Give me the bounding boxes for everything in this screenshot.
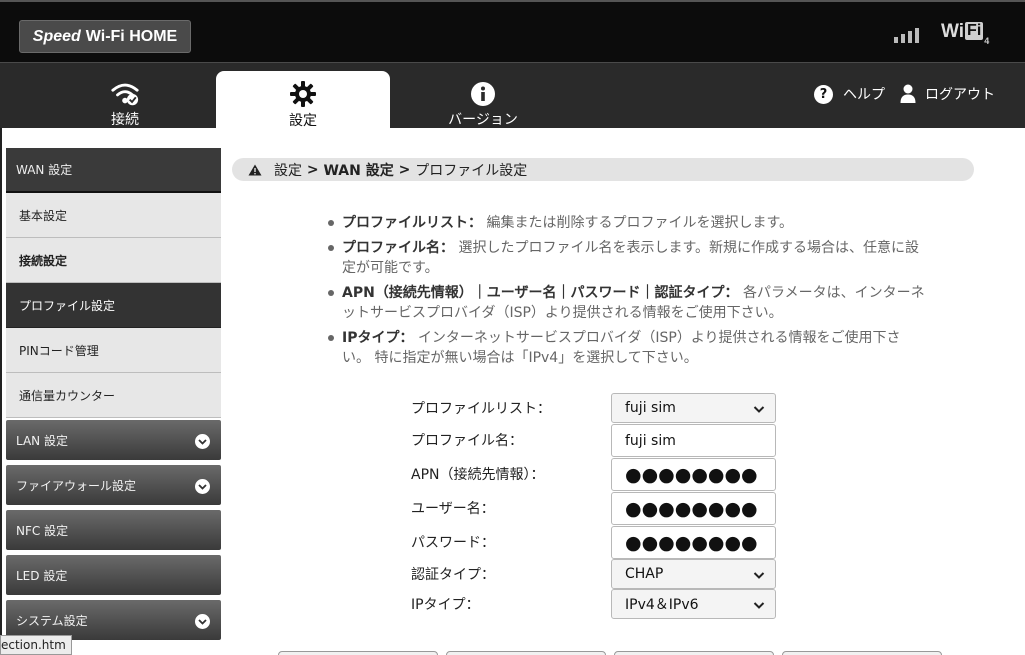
sidebar-group-firewall-label: ファイアウォール設定	[16, 478, 137, 493]
apn-input[interactable]: ●●●●●●●●	[611, 458, 776, 491]
breadcrumb-separator: >	[393, 161, 416, 178]
sidebar-item-profile-settings[interactable]: プロファイル設定	[6, 283, 221, 328]
username-input[interactable]: ●●●●●●●●	[611, 492, 776, 525]
profile-list-label: プロファイルリスト：	[411, 401, 551, 417]
sidebar-group-system-label: システム設定	[16, 613, 88, 628]
info-term: プロファイル名：	[342, 240, 454, 256]
password-label: パスワード：	[411, 535, 495, 551]
sidebar-group-lan[interactable]: LAN 設定	[6, 420, 221, 460]
sidebar-item-pin-code[interactable]: PINコード管理	[6, 328, 221, 373]
chevron-down-icon	[753, 598, 765, 614]
logout-link[interactable]: ログアウト	[900, 83, 995, 105]
main-nav-bar: 接続 設定 バージョン ? ヘルプ ログアウト	[0, 62, 1025, 129]
tab-version[interactable]: バージョン	[396, 71, 570, 129]
left-edge-border	[0, 128, 2, 655]
sidebar-group-system[interactable]: システム設定	[6, 600, 221, 640]
info-term: APN（接続先情報）｜ユーザー名｜パスワード｜認証タイプ：	[342, 285, 739, 301]
user-icon	[900, 84, 916, 104]
info-item-ip-type: IPタイプ： インターネットサービスプロバイダ（ISP）より提供される情報をご使…	[326, 328, 926, 368]
auth-type-value: CHAP	[625, 566, 664, 582]
signal-strength-icon	[894, 25, 922, 43]
info-item-apn: APN（接続先情報）｜ユーザー名｜パスワード｜認証タイプ： 各パラメータは、イン…	[326, 283, 926, 323]
wifi-4-logo: Wi Fi 4	[941, 21, 990, 47]
chevron-down-icon	[753, 568, 765, 584]
wifi-logo-wi: Wi	[941, 21, 965, 42]
breadcrumb-current-page: プロファイル設定	[415, 162, 528, 179]
info-term: IPタイプ：	[342, 330, 414, 346]
sidebar-group-led[interactable]: LED 設定	[6, 555, 221, 595]
logout-label: ログアウト	[925, 87, 995, 103]
profile-list-select[interactable]: fuji sim	[611, 393, 776, 423]
help-label: ヘルプ	[843, 87, 885, 103]
sidebar-item-traffic-counter[interactable]: 通信量カウンター	[6, 373, 221, 418]
warning-icon	[248, 164, 262, 176]
sidebar-group-firewall[interactable]: ファイアウォール設定	[6, 465, 221, 505]
sidebar-group-nfc-label: NFC 設定	[16, 523, 69, 538]
bottom-action-button[interactable]	[278, 651, 438, 655]
password-masked-value: ●●●●●●●●	[625, 531, 758, 554]
sidebar-group-led-label: LED 設定	[16, 568, 68, 583]
tab-connection-label: 接続	[111, 112, 139, 128]
tab-version-label: バージョン	[448, 112, 518, 128]
profile-name-value: fuji sim	[625, 432, 676, 449]
help-icon: ?	[814, 84, 833, 104]
sidebar-group-nfc[interactable]: NFC 設定	[6, 510, 221, 550]
username-masked-value: ●●●●●●●●	[625, 497, 758, 520]
tab-connection[interactable]: 接続	[38, 71, 212, 129]
logo-speed-text: Speed	[32, 27, 81, 45]
info-term: プロファイルリスト：	[342, 215, 482, 231]
wifi-logo-fi: Fi	[965, 22, 984, 40]
ip-type-label: IPタイプ：	[411, 597, 480, 613]
status-url-tooltip: ection.htm	[0, 635, 72, 655]
wifi-check-icon	[110, 80, 140, 107]
password-input[interactable]: ●●●●●●●●	[611, 526, 776, 559]
speed-wifi-home-logo: Speed Wi-Fi HOME	[19, 20, 191, 53]
bottom-action-button[interactable]	[614, 651, 774, 655]
info-text: 編集または削除するプロファイルを選択します。	[486, 215, 794, 231]
settings-sidebar: WAN 設定 基本設定 接続設定 プロファイル設定 PINコード管理 通信量カウ…	[6, 148, 221, 645]
profile-name-input[interactable]: fuji sim	[611, 424, 776, 457]
chevron-down-icon	[195, 614, 210, 629]
logo-product-text: Wi-Fi HOME	[85, 27, 178, 45]
auth-type-label: 認証タイプ：	[411, 567, 495, 583]
tab-settings-label: 設定	[289, 113, 317, 129]
ip-type-value: IPv4＆IPv6	[625, 597, 699, 613]
sidebar-item-connection-settings[interactable]: 接続設定	[6, 238, 221, 283]
breadcrumb-wan-settings[interactable]: WAN 設定	[323, 160, 393, 180]
help-info-list: プロファイルリスト： 編集または削除するプロファイルを選択します。 プロファイル…	[326, 213, 926, 373]
ip-type-select[interactable]: IPv4＆IPv6	[611, 589, 776, 619]
gear-icon	[288, 80, 318, 108]
breadcrumb: 設定 > WAN 設定 > プロファイル設定	[232, 158, 974, 181]
wifi-logo-generation: 4	[984, 36, 990, 46]
breadcrumb-separator: >	[302, 161, 324, 178]
profile-name-label: プロファイル名：	[411, 433, 523, 449]
username-label: ユーザー名：	[411, 501, 495, 517]
chevron-down-icon	[753, 402, 765, 418]
tab-settings[interactable]: 設定	[216, 71, 390, 129]
apn-masked-value: ●●●●●●●●	[625, 463, 758, 486]
profile-list-value: fuji sim	[625, 400, 676, 416]
apn-label: APN（接続先情報）：	[411, 467, 545, 483]
sidebar-item-basic-settings[interactable]: 基本設定	[6, 193, 221, 238]
chevron-down-icon	[195, 434, 210, 449]
bottom-action-button[interactable]	[782, 651, 942, 655]
breadcrumb-settings[interactable]: 設定	[274, 160, 302, 180]
bottom-action-button[interactable]	[446, 651, 606, 655]
info-item-profile-list: プロファイルリスト： 編集または削除するプロファイルを選択します。	[326, 213, 926, 233]
sidebar-header-wan[interactable]: WAN 設定	[6, 148, 221, 193]
help-link[interactable]: ? ヘルプ	[814, 83, 885, 105]
auth-type-select[interactable]: CHAP	[611, 559, 776, 589]
info-text: インターネットサービスプロバイダ（ISP）より提供される情報をご使用下さい。 特…	[342, 330, 901, 366]
chevron-down-icon	[195, 479, 210, 494]
info-item-profile-name: プロファイル名： 選択したプロファイル名を表示します。新規に作成する場合は、任意…	[326, 238, 926, 278]
top-header: Speed Wi-Fi HOME Wi Fi 4	[0, 0, 1025, 62]
sidebar-group-lan-label: LAN 設定	[16, 433, 68, 448]
info-icon	[468, 80, 498, 107]
